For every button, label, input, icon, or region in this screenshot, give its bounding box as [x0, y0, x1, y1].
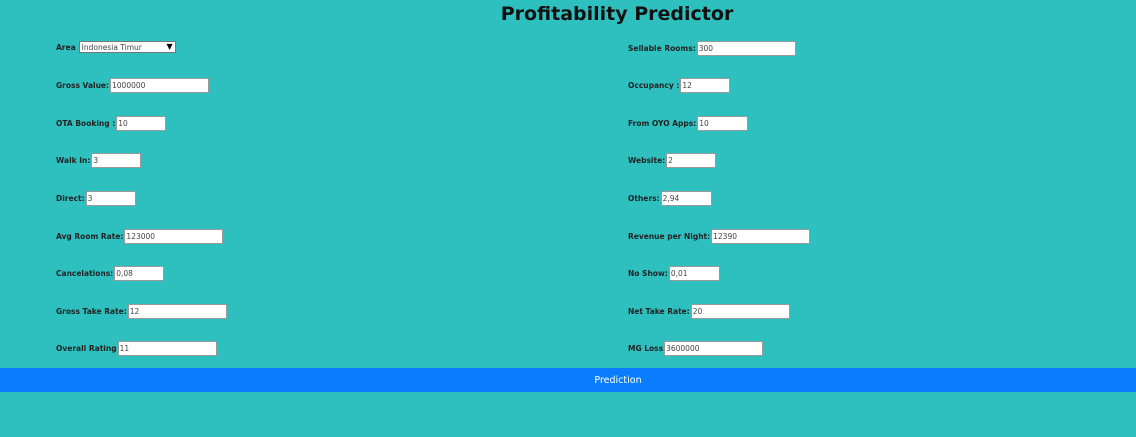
- overall-rating-field: Overall Rating: [56, 340, 217, 356]
- occupancy-input[interactable]: [680, 77, 731, 93]
- ota-booking-field: OTA Booking :: [56, 115, 167, 131]
- avg-room-rate-input[interactable]: [124, 228, 224, 244]
- chevron-down-icon: ▼: [166, 42, 173, 51]
- revenue-per-night-input[interactable]: [711, 228, 811, 244]
- cancelations-input[interactable]: [114, 265, 165, 281]
- gross-value-label: Gross Value:: [56, 80, 109, 90]
- gross-take-rate-label: Gross Take Rate:: [56, 306, 127, 316]
- overall-rating-label: Overall Rating: [56, 343, 117, 353]
- occupancy-field: Occupancy :: [628, 77, 731, 93]
- area-label: Area: [56, 42, 76, 52]
- occupancy-label: Occupancy :: [628, 80, 680, 90]
- website-input[interactable]: [666, 152, 717, 168]
- no-show-field: No Show:: [628, 265, 720, 281]
- sellable-rooms-input[interactable]: [696, 40, 796, 56]
- sellable-rooms-label: Sellable Rooms:: [628, 43, 696, 53]
- mg-loss-input[interactable]: [664, 340, 764, 356]
- from-oyo-apps-field: From OYO Apps:: [628, 115, 749, 131]
- ota-booking-label: OTA Booking :: [56, 118, 116, 128]
- net-take-rate-field: Net Take Rate:: [628, 303, 790, 319]
- from-oyo-apps-label: From OYO Apps:: [628, 118, 697, 128]
- no-show-label: No Show:: [628, 268, 668, 278]
- profitability-form-page: Profitability Predictor Area Indonesia T…: [0, 0, 1136, 437]
- area-select[interactable]: Indonesia Timur ▼: [78, 41, 176, 53]
- from-oyo-apps-input[interactable]: [697, 115, 749, 131]
- walk-in-label: Walk In:: [56, 155, 91, 165]
- mg-loss-field: MG Loss: [628, 340, 764, 356]
- avg-room-rate-field: Avg Room Rate:: [56, 228, 224, 244]
- area-selected-value: Indonesia Timur: [81, 42, 142, 52]
- avg-room-rate-label: Avg Room Rate:: [56, 231, 124, 241]
- direct-label: Direct:: [56, 193, 85, 203]
- no-show-input[interactable]: [668, 265, 720, 281]
- page-title: Profitability Predictor: [500, 3, 734, 25]
- mg-loss-label: MG Loss: [628, 343, 664, 353]
- others-label: Others:: [628, 193, 660, 203]
- cancelations-field: Cancelations:: [56, 265, 165, 281]
- walk-in-input[interactable]: [91, 152, 142, 168]
- cancelations-label: Cancelations:: [56, 268, 114, 278]
- direct-input[interactable]: [85, 190, 136, 206]
- prediction-button[interactable]: Prediction: [0, 368, 1136, 392]
- gross-value-input[interactable]: [110, 77, 209, 93]
- website-label: Website:: [628, 155, 666, 165]
- website-field: Website:: [628, 152, 717, 168]
- sellable-rooms-field: Sellable Rooms:: [628, 40, 796, 56]
- gross-take-rate-field: Gross Take Rate:: [56, 303, 227, 319]
- others-field: Others:: [628, 190, 712, 206]
- net-take-rate-input[interactable]: [690, 303, 790, 319]
- revenue-per-night-field: Revenue per Night:: [628, 228, 811, 244]
- others-input[interactable]: [660, 190, 712, 206]
- revenue-per-night-label: Revenue per Night:: [628, 231, 711, 241]
- gross-take-rate-input[interactable]: [127, 303, 227, 319]
- direct-field: Direct:: [56, 190, 136, 206]
- net-take-rate-label: Net Take Rate:: [628, 306, 690, 316]
- gross-value-field: Gross Value:: [56, 77, 209, 93]
- area-field: Area Indonesia Timur ▼: [56, 39, 176, 55]
- overall-rating-input[interactable]: [117, 340, 217, 356]
- ota-booking-input[interactable]: [116, 115, 167, 131]
- walk-in-field: Walk In:: [56, 152, 142, 168]
